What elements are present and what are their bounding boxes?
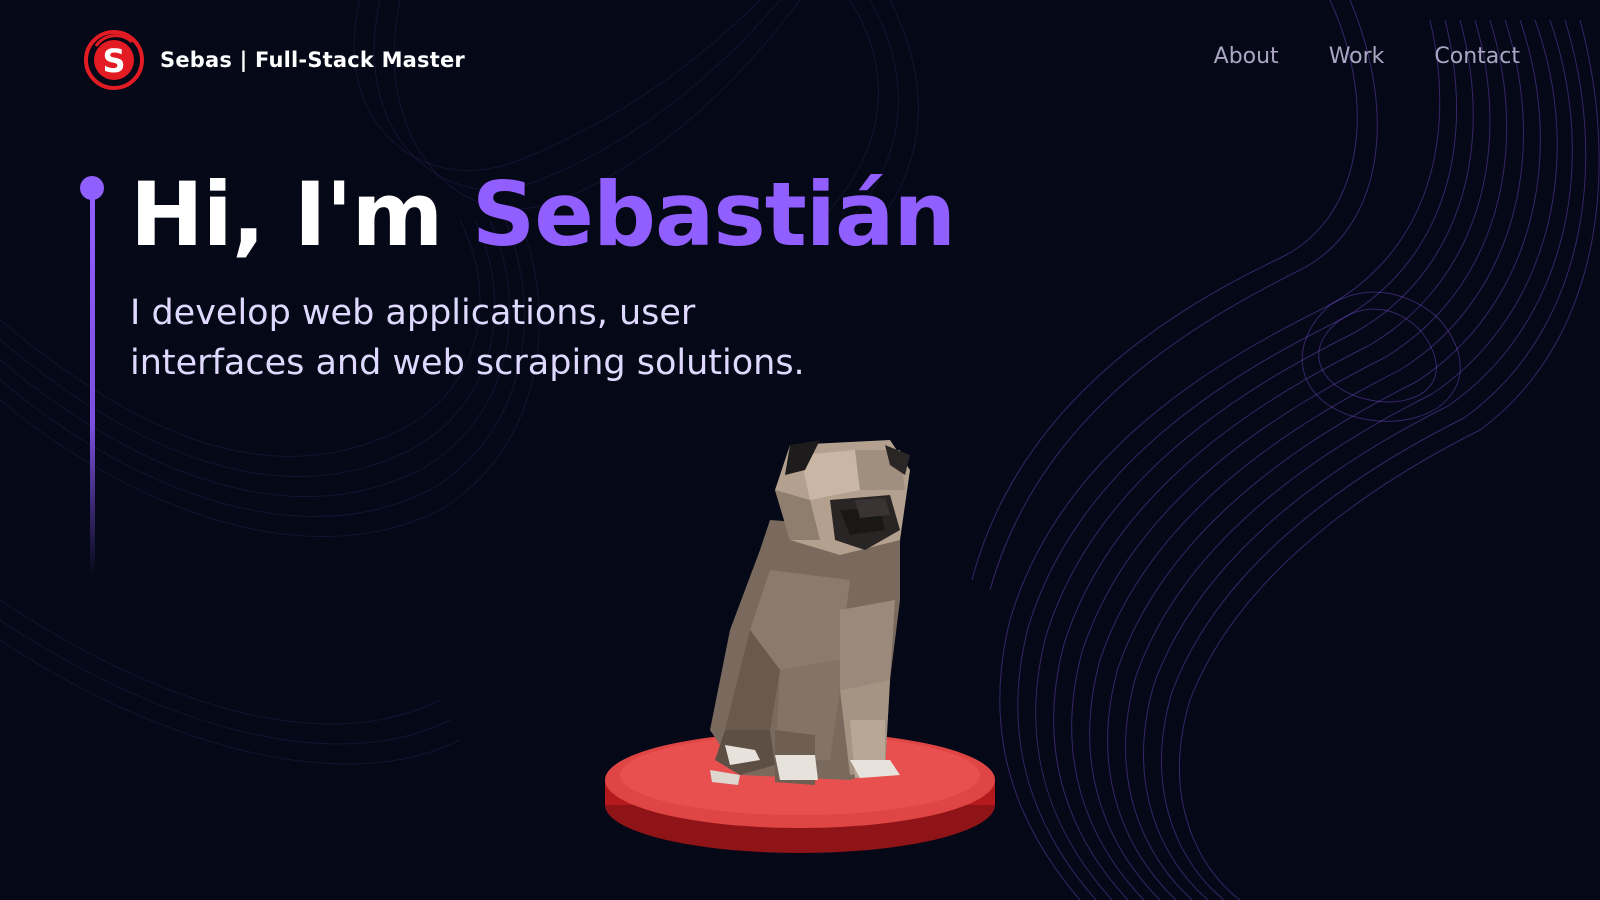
home-logo-link[interactable]: S Sebas | Full-Stack Master	[82, 28, 465, 92]
hero-accent-bar	[90, 196, 95, 576]
dog-3d-model-canvas[interactable]	[600, 430, 1020, 870]
hero-subtitle: I develop web applications, user interfa…	[130, 288, 890, 388]
navbar: S Sebas | Full-Stack Master About Work C…	[0, 0, 1600, 120]
hero-name: Sebastián	[471, 163, 956, 266]
nav-link-work[interactable]: Work	[1329, 44, 1385, 69]
nav-link-about[interactable]: About	[1214, 44, 1279, 69]
low-poly-dog-icon	[605, 440, 995, 853]
hero-subtitle-line2: interfaces and web scraping solutions.	[130, 343, 805, 383]
nav-link-contact[interactable]: Contact	[1434, 44, 1520, 69]
hero-greeting: Hi, I'm	[130, 163, 472, 266]
brand-title: Sebas | Full-Stack Master	[160, 48, 465, 72]
svg-text:S: S	[102, 42, 125, 80]
hero-subtitle-line1: I develop web applications, user	[130, 293, 696, 333]
hero-accent-line	[80, 170, 106, 590]
nav-links: About Work Contact	[1214, 44, 1520, 69]
hero-title: Hi, I'm Sebastián	[130, 160, 956, 270]
s-logo-icon: S	[84, 30, 144, 90]
